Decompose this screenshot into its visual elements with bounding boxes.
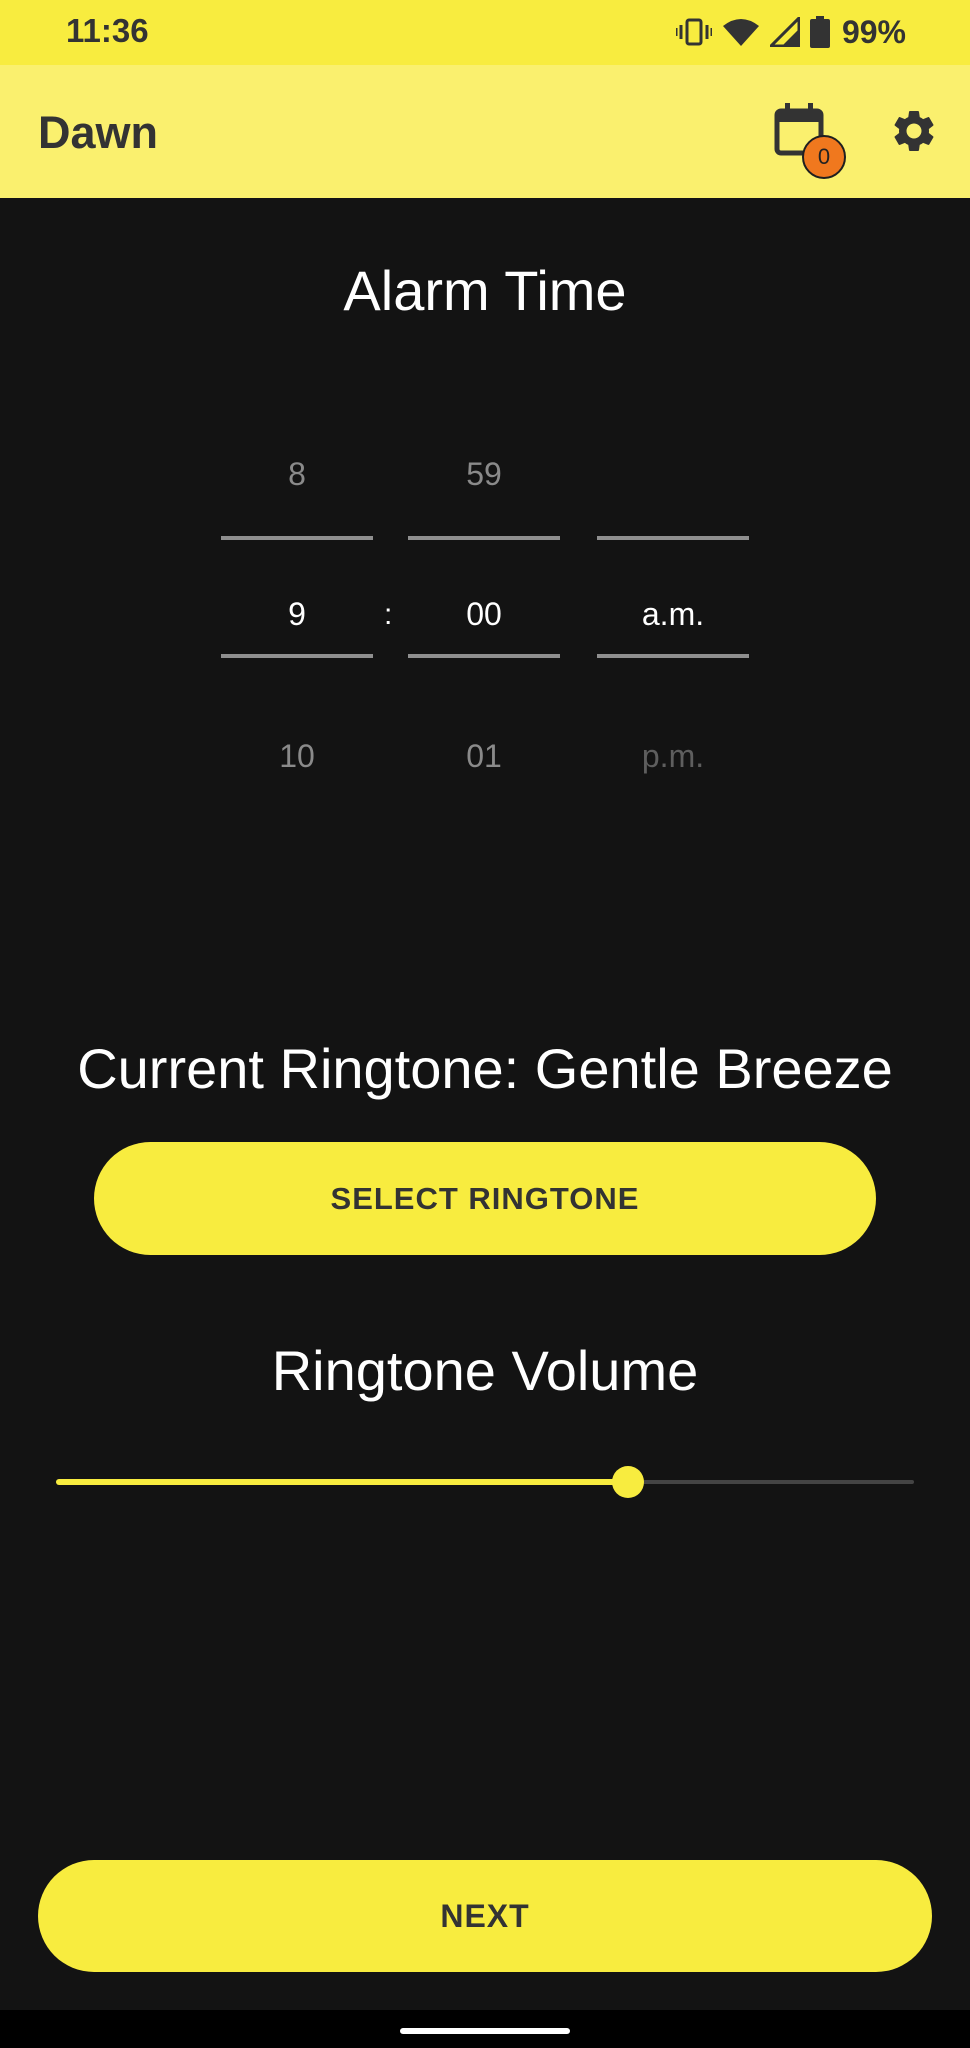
period-next-value[interactable]: p.m.: [597, 738, 749, 775]
status-bar: 11:36 99%: [0, 0, 970, 65]
volume-slider-fill: [56, 1479, 628, 1485]
period-divider-bottom: [597, 654, 749, 658]
hour-divider-top: [221, 536, 373, 540]
minute-divider-top: [408, 536, 560, 540]
app-bar: Dawn 0: [0, 65, 970, 198]
hour-prev-value[interactable]: 8: [221, 456, 373, 493]
vibrate-icon: [675, 18, 712, 46]
signal-icon: [769, 17, 800, 47]
battery-percent: 99%: [841, 13, 906, 50]
status-time: 11:36: [66, 12, 149, 49]
hour-picker[interactable]: 8 9 10: [221, 456, 373, 786]
battery-icon: [809, 16, 830, 48]
period-selected-value[interactable]: a.m.: [597, 596, 749, 633]
hour-divider-bottom: [221, 654, 373, 658]
gear-icon: [894, 110, 934, 151]
time-separator: :: [384, 598, 393, 631]
calendar-button[interactable]: 0: [772, 101, 852, 181]
minute-prev-value[interactable]: 59: [408, 456, 560, 493]
settings-button[interactable]: [886, 103, 942, 159]
home-gesture-handle[interactable]: [400, 2028, 570, 2034]
period-picker[interactable]: a.m. p.m.: [597, 456, 749, 786]
navigation-bar: [0, 2010, 970, 2048]
app-title: Dawn: [38, 107, 159, 158]
ringtone-volume-label: Ringtone Volume: [271, 1339, 699, 1402]
minute-divider-bottom: [408, 654, 560, 658]
status-icons: 99%: [675, 10, 906, 54]
hour-selected-value[interactable]: 9: [221, 596, 373, 633]
minute-picker[interactable]: 59 00 01: [408, 456, 560, 786]
period-divider-top: [597, 536, 749, 540]
select-ringtone-button[interactable]: SELECT RINGTONE: [94, 1142, 876, 1255]
volume-slider[interactable]: [56, 1462, 914, 1502]
current-ringtone-label: Current Ringtone: Gentle Breeze: [77, 1037, 893, 1100]
hour-next-value[interactable]: 10: [221, 738, 373, 775]
minute-next-value[interactable]: 01: [408, 738, 560, 775]
minute-selected-value[interactable]: 00: [408, 596, 560, 633]
calendar-badge: 0: [802, 135, 846, 179]
wifi-icon: [722, 19, 759, 46]
alarm-time-title: Alarm Time: [343, 259, 627, 322]
next-button[interactable]: NEXT: [38, 1860, 932, 1972]
volume-slider-thumb[interactable]: [612, 1466, 644, 1498]
